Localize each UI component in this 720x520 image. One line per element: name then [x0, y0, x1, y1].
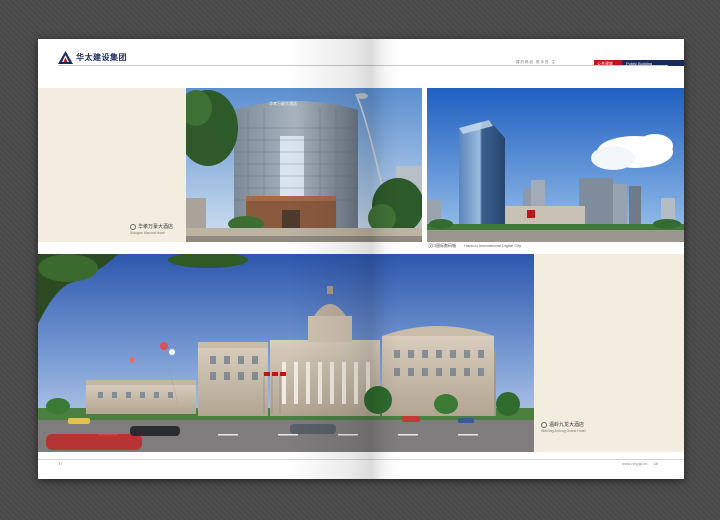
page-number-left: 37 — [58, 461, 63, 466]
caption-digital-city: 汉口国际数码城 Hankou International Digital City — [428, 243, 521, 249]
photo-marriott-hotel: 华孝万豪大酒店 — [186, 88, 422, 242]
caption-digital-city-cn: 汉口国际数码城 — [428, 243, 456, 248]
footer-divider — [38, 459, 684, 460]
photo-digital-city — [427, 88, 684, 242]
page-number-right: 38 — [653, 461, 658, 466]
caption-marriott: 华孝万豪大酒店 Xiaogan Marriott Hotel — [130, 223, 173, 235]
brochure-spread: 华太建设集团 建的精品 筑永恒 主 公共建筑 Public Building 华… — [38, 39, 684, 479]
caption-jiulong-cn: 温岭九龙大酒店 — [541, 421, 586, 428]
caption-bullet-icon — [541, 421, 547, 428]
caption-bullet-icon — [130, 223, 136, 230]
website-url: www.hhjygl.cn — [622, 461, 648, 466]
caption-jiulong: 温岭九龙大酒店 Wenling Jiulong Grand Hotel — [541, 421, 586, 433]
caption-marriott-cn: 华孝万豪大酒店 — [130, 223, 173, 230]
caption-digital-city-en: Hankou International Digital City — [464, 243, 522, 248]
header-divider — [58, 65, 668, 66]
caption-marriott-en: Xiaogan Marriott Hotel — [130, 231, 165, 235]
company-logo — [58, 51, 73, 64]
caption-marriott-cn-text: 华孝万豪大酒店 — [138, 224, 174, 230]
footer-right: www.hhjygl.cn 38 — [622, 461, 658, 466]
company-name: 华太建设集团 — [76, 53, 127, 62]
cream-panel-top-left — [38, 88, 186, 242]
caption-jiulong-en: Wenling Jiulong Grand Hotel — [541, 429, 586, 433]
building-sign: 华孝万豪大酒店 — [269, 100, 297, 106]
photo-jiulong-hotel — [38, 254, 534, 452]
caption-jiulong-cn-text: 温岭九龙大酒店 — [549, 422, 585, 428]
